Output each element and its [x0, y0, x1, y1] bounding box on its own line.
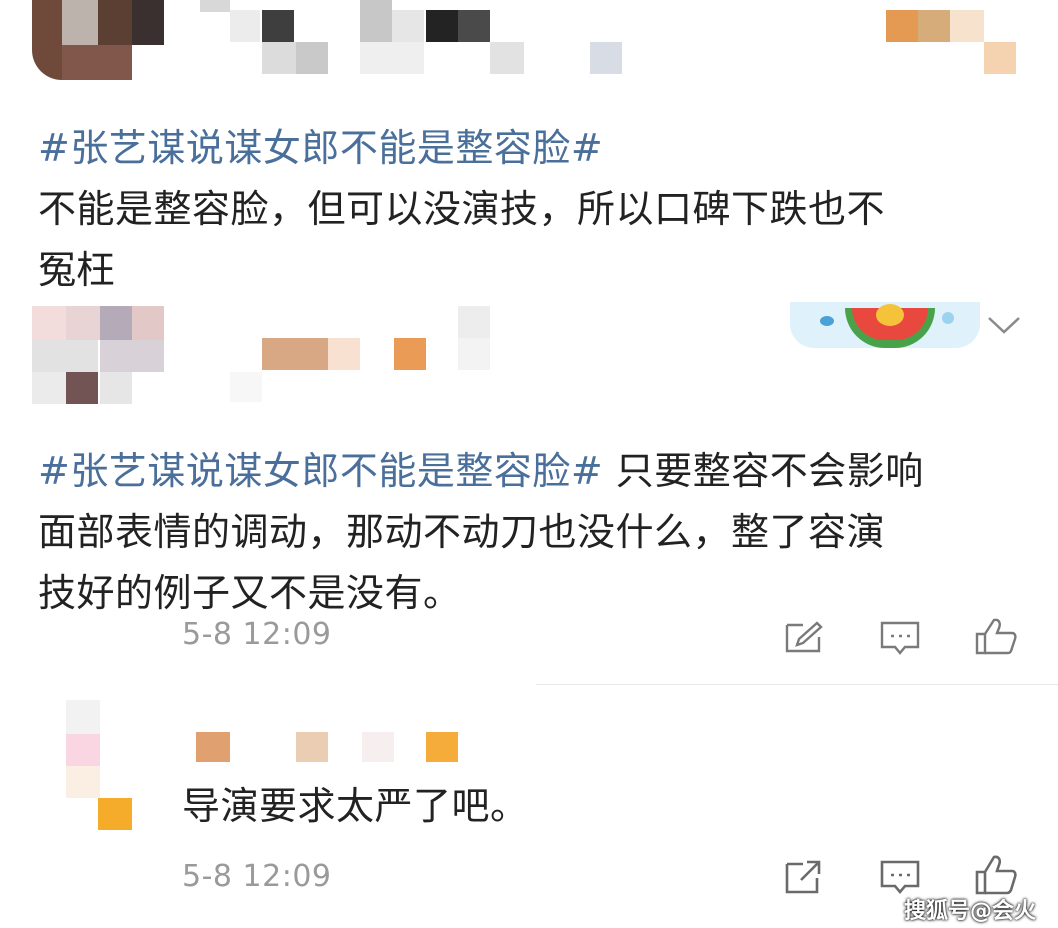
- like-icon[interactable]: [974, 616, 1018, 656]
- comment-2-body: #张艺谋说谋女郎不能是整容脸# 只要整容不会影响 面部表情的调动，那动不动刀也没…: [38, 441, 1038, 624]
- comment-1-body: #张艺谋说谋女郎不能是整容脸# 不能是整容脸，但可以没演技，所以口碑下跌也不 冤…: [38, 118, 1028, 301]
- comment-1-text-line1: 不能是整容脸，但可以没演技，所以口碑下跌也不: [38, 187, 886, 231]
- watermark: 搜狐号@会火: [904, 899, 1037, 924]
- reply-avatar-blurred: [62, 694, 172, 834]
- comment-1-text-line2: 冤枉: [38, 248, 116, 292]
- blurred-user-header-2: [0, 298, 1058, 408]
- comment-icon[interactable]: [879, 619, 921, 657]
- share-icon[interactable]: [783, 858, 825, 896]
- decorative-sticker: [790, 302, 980, 348]
- edit-icon[interactable]: [783, 619, 825, 655]
- divider: [536, 684, 1058, 685]
- comment-2-timestamp: 5-8 12:09: [182, 617, 332, 652]
- blurred-user-header-1: [0, 0, 1058, 90]
- comment-2-text-line3: 技好的例子又不是没有。: [38, 571, 462, 615]
- hashtag-link[interactable]: #张艺谋说谋女郎不能是整容脸#: [38, 449, 603, 493]
- reply-timestamp: 5-8 12:09: [182, 859, 332, 894]
- comment-2-line1: #张艺谋说谋女郎不能是整容脸# 只要整容不会影响: [38, 441, 1038, 502]
- comment-2-text-line1: 只要整容不会影响: [615, 449, 924, 493]
- comment-2-text-line2: 面部表情的调动，那动不动刀也没什么，整了容演: [38, 510, 886, 554]
- like-icon[interactable]: [974, 852, 1018, 896]
- expand-icon[interactable]: [986, 314, 1022, 336]
- comment-1-line1: #张艺谋说谋女郎不能是整容脸#: [38, 118, 1028, 179]
- reply-username-blurred: [196, 730, 476, 762]
- reply-text: 导演要求太严了吧。: [182, 784, 529, 828]
- hashtag-link[interactable]: #张艺谋说谋女郎不能是整容脸#: [38, 126, 603, 170]
- comment-icon[interactable]: [879, 858, 921, 896]
